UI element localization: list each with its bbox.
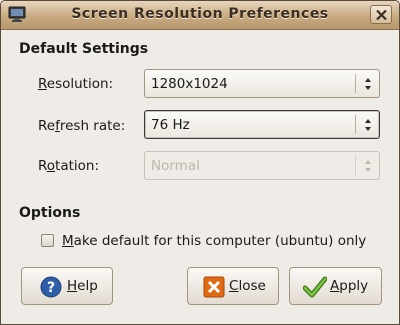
options-heading: Options [19,205,81,221]
rotation-value: Normal [151,158,200,174]
window-title: Screen Resolution Preferences [71,6,329,22]
dialog-window: Screen Resolution Preferences Default Se… [0,0,400,325]
close-text: lose [238,278,266,294]
apply-text: pply [339,278,369,294]
combo-separator [355,74,356,93]
updown-arrows-icon [365,78,371,90]
default-settings-heading: Default Settings [19,41,149,57]
rotation-label-pre: R [38,158,47,174]
make-default-text: ake default for this computer (ubuntu) o… [73,233,367,249]
refresh-rate-combo[interactable]: 76 Hz [144,110,380,139]
apply-button[interactable]: Apply [289,267,382,305]
title-bar[interactable]: Screen Resolution Preferences [1,1,399,30]
help-label: Help [67,278,98,294]
window-close-button[interactable] [370,5,392,24]
close-x-icon [203,276,225,298]
close-button[interactable]: Close [187,267,279,305]
make-default-checkbox[interactable] [41,234,54,247]
rotation-label-mnemonic: o [46,158,56,174]
apply-mnemonic: A [330,278,340,294]
close-label: Close [229,278,266,294]
close-icon [376,10,387,20]
resolution-label-text: esolution: [46,76,114,92]
resolution-label: Resolution: [38,76,113,92]
rotation-label: Rotation: [38,158,99,174]
resolution-value: 1280x1024 [151,76,228,92]
make-default-mnemonic: M [62,233,74,249]
updown-arrows-icon [365,160,371,172]
svg-text:?: ? [47,280,55,296]
make-default-label[interactable]: Make default for this computer (ubuntu) … [62,233,366,249]
help-button[interactable]: ? Help [21,267,113,305]
refresh-rate-label: Refresh rate: [38,118,125,134]
rotation-combo: Normal [144,151,380,180]
updown-arrows-icon [365,119,371,131]
combo-separator [355,156,356,175]
combo-separator [355,115,356,134]
rotation-label-text: tation: [55,158,100,174]
refresh-label-pre: Re [38,118,56,134]
apply-label: Apply [330,278,368,294]
help-mnemonic: H [67,278,78,294]
help-icon: ? [40,276,62,298]
checkmark-icon [303,276,327,298]
resolution-label-mnemonic: R [38,76,47,92]
resolution-combo[interactable]: 1280x1024 [144,69,380,98]
refresh-label-text: resh rate: [59,118,126,134]
refresh-rate-value: 76 Hz [151,117,190,133]
help-text: elp [77,278,98,294]
